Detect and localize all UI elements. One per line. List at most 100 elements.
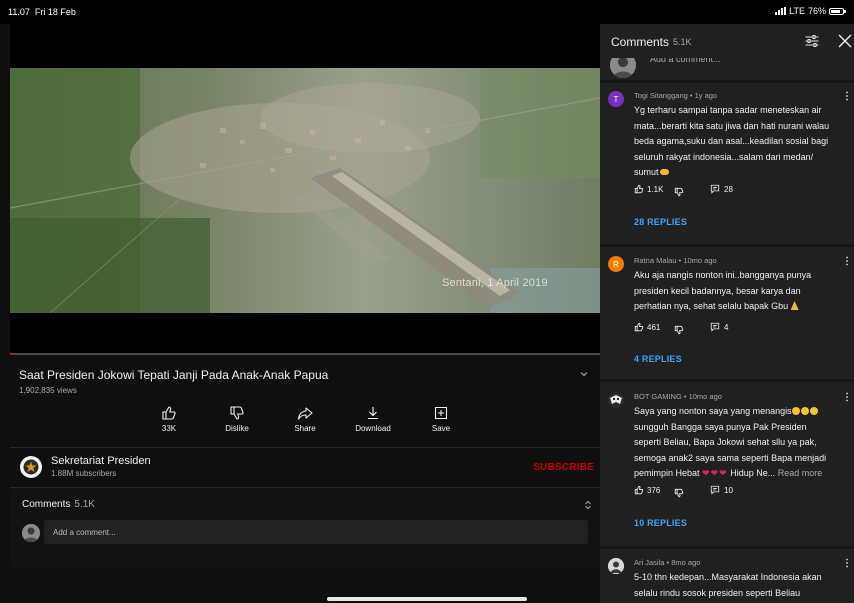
comment-reply-button[interactable]: 4	[710, 322, 728, 332]
comment-like-button[interactable]: 461	[634, 322, 660, 332]
comment-meta: Ratna Malau • 10mo ago	[634, 256, 717, 265]
status-indicators: LTE 76%	[775, 6, 846, 16]
save-button[interactable]: Save	[407, 405, 475, 433]
video-frame[interactable]: Sentani, 1 April 2019	[10, 68, 600, 313]
heart-emoji-icon: ❤	[719, 468, 727, 478]
dislike-button[interactable]: Dislike	[203, 405, 271, 433]
save-label: Save	[431, 424, 451, 433]
view-count: 1,902,835 views	[19, 386, 77, 395]
more-vertical-icon[interactable]	[844, 91, 850, 101]
comment-line: semoga anak2 saya sama seperti Bapa menj…	[634, 452, 827, 463]
comment-like-count: 1.1K	[647, 184, 664, 194]
home-indicator-bar[interactable]	[327, 597, 527, 601]
comment-reply-button[interactable]: 28	[710, 184, 733, 194]
channel-name[interactable]: Sekretariat Presiden	[51, 455, 151, 467]
comment-dislike-button[interactable]	[674, 485, 684, 503]
praying-hands-emoji-icon	[790, 301, 799, 310]
more-vertical-icon[interactable]	[844, 558, 850, 568]
separator	[600, 80, 854, 83]
commenter-avatar[interactable]	[608, 392, 624, 408]
sort-filter-button[interactable]	[804, 33, 820, 49]
comments-count: 5.1K	[74, 499, 95, 510]
comment-like-button[interactable]: 1.1K	[634, 184, 663, 194]
comment-item: BOT GAMING • 10mo ago Saya yang nonton s…	[600, 392, 854, 542]
view-replies-link[interactable]: 10 REPLIES	[634, 518, 687, 528]
filter-sliders-icon	[805, 35, 819, 47]
commenter-avatar[interactable]: T	[608, 91, 624, 107]
expand-icon[interactable]	[583, 500, 593, 510]
more-vertical-icon[interactable]	[844, 256, 850, 266]
comments-teaser[interactable]: Comments 5.1K	[10, 489, 600, 567]
chevron-down-icon[interactable]	[578, 368, 590, 380]
view-replies-link[interactable]: 28 REPLIES	[634, 217, 687, 227]
watch-page: Sentani, 1 April 2019 Saat Presiden Joko…	[0, 24, 600, 603]
comment-like-count: 461	[647, 322, 661, 332]
channel-row: Sekretariat Presiden 1.88M subscribers S…	[0, 449, 600, 487]
channel-avatar[interactable]	[20, 456, 42, 478]
comment-meta: BOT GAMING • 10mo ago	[634, 392, 722, 401]
network-label: LTE	[789, 6, 805, 16]
battery-label: 76%	[807, 6, 826, 16]
status-date: Fri 18 Feb	[34, 7, 76, 17]
view-replies-link[interactable]: 4 REPLIES	[634, 354, 682, 364]
reply-comment-icon	[710, 322, 720, 332]
more-vertical-icon[interactable]	[844, 392, 850, 402]
comment-line: selalu rindu sosok presiden seperti Beli…	[634, 587, 801, 598]
comments-header: Comments 5.1K	[22, 499, 95, 510]
commenter-avatar[interactable]: R	[608, 256, 624, 272]
thumb-down-icon	[674, 488, 684, 498]
status-bar: 11.07 Fri 18 Feb LTE 76%	[0, 0, 854, 24]
gaming-logo-icon	[610, 395, 622, 404]
download-icon	[368, 407, 378, 420]
commenter-avatar[interactable]	[608, 558, 624, 574]
comment-line: pemimpin Hebat ❤❤❤ Hidup Ne... Read more	[634, 466, 850, 482]
comment-line: presiden kecil badannya, besar karya dan	[634, 285, 801, 296]
dislike-label: Dislike	[225, 424, 249, 433]
comment-like-button[interactable]: 376	[634, 485, 660, 495]
comment-line: sungguh Bangga saya punya Pak Presiden	[634, 421, 807, 432]
video-progress-bar[interactable]	[10, 353, 600, 355]
comment-line: seluruh rakyat indonesia...salam dari me…	[634, 151, 814, 162]
user-photo-icon	[608, 558, 624, 574]
thumb-down-icon	[674, 325, 684, 335]
read-more-link[interactable]: Read more	[778, 468, 823, 478]
thumb-up-icon	[634, 184, 644, 194]
comment-line-text: perhatian nya, sehat selalu bapak Gbu	[634, 301, 789, 311]
app-frame: 11.07 Fri 18 Feb LTE 76% Sentani, 1 Apri…	[0, 0, 854, 603]
close-panel-button[interactable]	[836, 32, 854, 50]
user-avatar	[22, 524, 40, 542]
comment-actions: 461 4	[634, 322, 834, 335]
crying-face-emoji-icon	[800, 407, 809, 415]
download-button[interactable]: Download	[339, 405, 407, 433]
comment-line: sumut	[634, 165, 850, 181]
like-count: 33K	[161, 424, 177, 433]
add-comment-input[interactable]	[44, 520, 588, 544]
comments-panel: Comments 5.1K Add a comment... T Togi Si…	[600, 24, 854, 603]
video-player[interactable]: Sentani, 1 April 2019	[10, 24, 600, 355]
status-clock: 11.07 Fri 18 Feb	[8, 7, 76, 17]
crying-face-emoji-icon	[791, 407, 800, 415]
comment-reply-count: 4	[724, 322, 729, 332]
like-button[interactable]: 33K	[135, 405, 203, 433]
comment-reply-count: 28	[724, 184, 733, 194]
share-button[interactable]: Share	[271, 405, 339, 433]
thumb-up-icon	[634, 485, 644, 495]
comment-reply-count: 10	[724, 485, 733, 495]
share-label: Share	[294, 424, 316, 433]
status-time: 11.07	[8, 7, 30, 17]
comment-line: Aku aja nangis nonton ini..bangganya pun…	[634, 270, 812, 280]
separator	[600, 546, 854, 549]
share-icon	[297, 407, 313, 420]
panel-comment-count: 5.1K	[673, 37, 692, 47]
video-title[interactable]: Saat Presiden Jokowi Tepati Janji Pada A…	[19, 368, 559, 382]
emblem-icon	[23, 459, 39, 475]
comment-text: 5-10 thn kedepan...Masyarakat Indonesia …	[634, 570, 850, 601]
comment-reply-button[interactable]: 10	[710, 485, 733, 495]
user-photo-icon	[22, 524, 40, 542]
comment-meta: Togi Sitanggang • 1y ago	[634, 91, 718, 100]
comment-dislike-button[interactable]	[674, 322, 684, 340]
comment-dislike-button[interactable]	[674, 184, 684, 202]
thumb-up-icon	[162, 406, 176, 420]
comment-line-text: Saya yang nonton saya yang menangis	[634, 406, 792, 416]
subscribe-button[interactable]: SUBSCRIBE	[524, 459, 594, 475]
